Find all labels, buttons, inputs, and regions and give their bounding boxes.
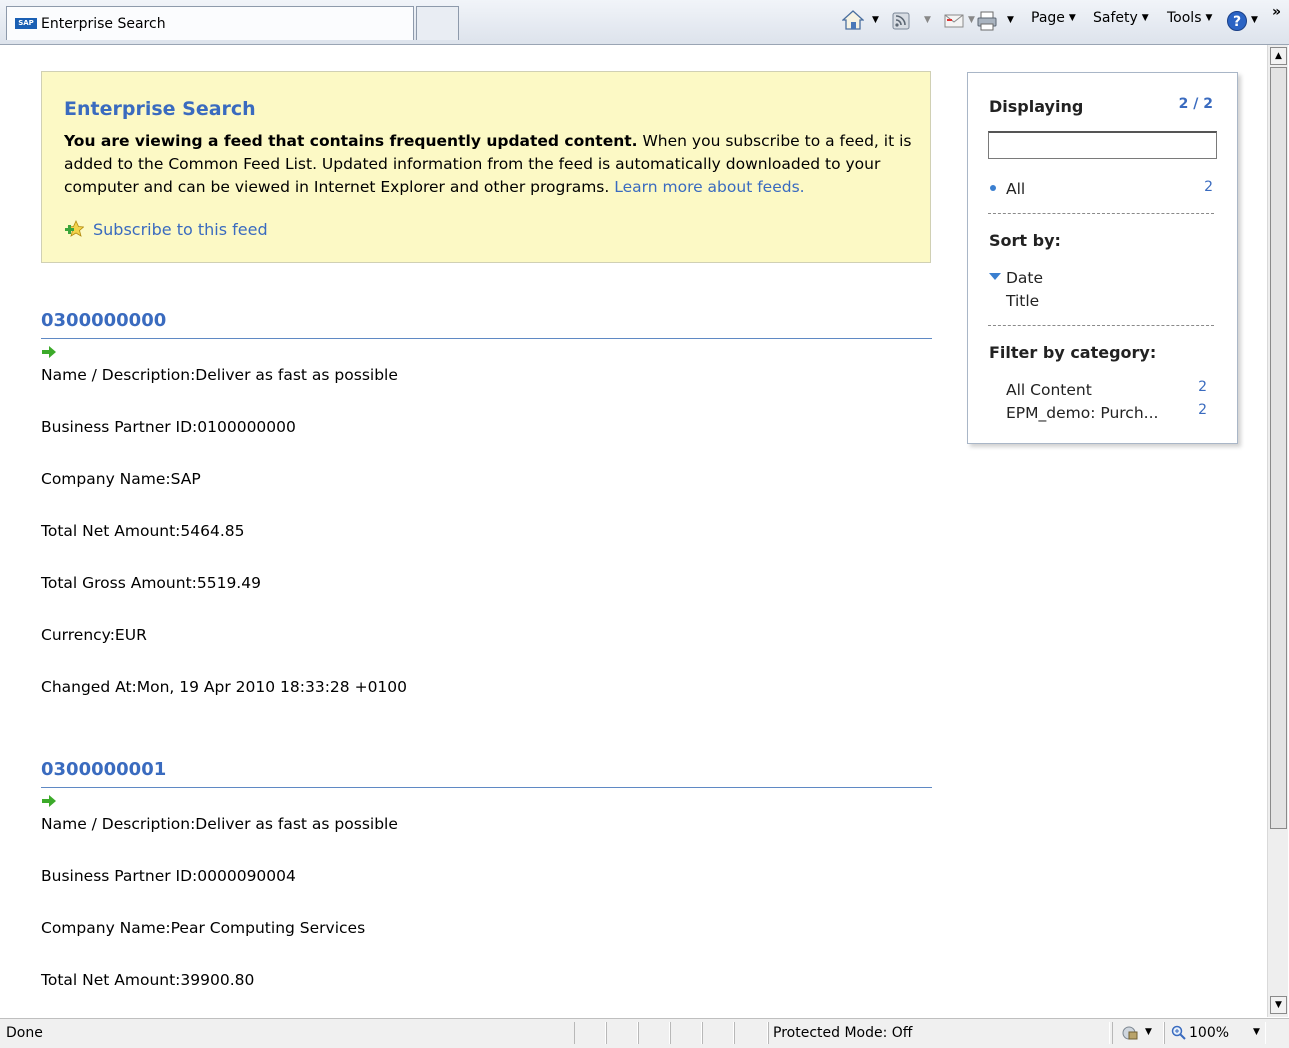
status-pane (734, 1022, 768, 1044)
entry-open-arrow-icon[interactable] (41, 345, 932, 365)
divider (988, 325, 1214, 326)
subscribe-link[interactable]: Subscribe to this feed (64, 220, 268, 239)
feed-entry: 0300000001 Name / Description:Deliver as… (41, 759, 932, 1017)
feed-dropdown-icon[interactable]: ▼ (924, 15, 931, 25)
home-icon[interactable] (842, 9, 864, 31)
page-menu[interactable]: Page ▼ (1031, 10, 1076, 26)
chevron-down-icon: ▼ (1141, 13, 1149, 23)
help-dropdown-icon[interactable]: ▼ (1251, 15, 1258, 25)
print-icon[interactable] (976, 10, 998, 32)
category-all-content[interactable]: All Content (1006, 381, 1092, 399)
category-count: 2 (1198, 402, 1207, 418)
selected-bullet-icon (990, 185, 996, 191)
entry-field: Company Name:SAP (41, 470, 201, 488)
more-commands-icon[interactable]: » (1272, 4, 1281, 20)
scroll-up-arrow-icon[interactable]: ▲ (1270, 47, 1287, 65)
feed-filter-panel: Displaying 2 / 2 All 2 Sort by: Date Tit… (967, 72, 1238, 444)
filter-all[interactable]: All (1006, 180, 1025, 198)
filter-search-input[interactable] (988, 131, 1217, 159)
security-zone-icon (1122, 1026, 1138, 1040)
browser-toolbar: SAP Enterprise Search ▼ ▼ ▼ ▼ Page ▼ Safe… (0, 0, 1289, 45)
sort-by-date[interactable]: Date (1006, 269, 1043, 287)
tools-menu-label: Tools (1167, 10, 1202, 26)
status-pane (638, 1022, 670, 1044)
status-pane (574, 1022, 606, 1044)
page-menu-label: Page (1031, 10, 1065, 26)
zoom-level: 100% (1189, 1025, 1230, 1041)
displaying-count: 2 / 2 (1178, 96, 1213, 112)
entry-title-link[interactable]: 0300000001 (41, 759, 932, 788)
sort-descending-icon (989, 273, 1001, 280)
entry-field: Total Net Amount:39900.80 (41, 971, 255, 989)
feed-icon[interactable] (892, 12, 910, 30)
entry-field: Name / Description:Deliver as fast as po… (41, 815, 398, 833)
tools-menu[interactable]: Tools ▼ (1167, 10, 1212, 26)
print-dropdown-icon[interactable]: ▼ (1007, 15, 1014, 25)
status-pane (702, 1022, 734, 1044)
scroll-down-arrow-icon[interactable]: ▼ (1270, 996, 1287, 1014)
arrow-right-icon (42, 795, 56, 807)
safety-menu-label: Safety (1093, 10, 1138, 26)
subscribe-label: Subscribe to this feed (93, 220, 268, 239)
entry-field: Business Partner ID:0000090004 (41, 867, 296, 885)
vertical-scrollbar[interactable]: ▲ ▼ (1267, 45, 1288, 1017)
entry-field: Business Partner ID:0100000000 (41, 418, 296, 436)
entry-title-link[interactable]: 0300000000 (41, 310, 932, 339)
banner-title: Enterprise Search (64, 98, 256, 120)
protected-mode-text: Protected Mode: Off (773, 1025, 913, 1041)
learn-more-link[interactable]: Learn more about feeds. (614, 178, 804, 196)
divider (988, 213, 1214, 214)
zoom-pane[interactable]: 100% ▼ (1164, 1022, 1266, 1044)
zoom-icon (1171, 1025, 1186, 1040)
arrow-right-icon (42, 346, 56, 358)
status-text: Done (6, 1025, 43, 1041)
category-count: 2 (1198, 379, 1207, 395)
tab-title: Enterprise Search (41, 16, 166, 32)
status-bar: Done Protected Mode: Off ▼ 100% ▼ (0, 1018, 1289, 1048)
chevron-down-icon: ▼ (1205, 13, 1213, 23)
protected-mode-pane[interactable]: Protected Mode: Off (768, 1022, 1110, 1044)
browser-tab[interactable]: SAP Enterprise Search (6, 6, 414, 40)
feed-entry: 0300000000 Name / Description:Deliver as… (41, 310, 932, 729)
entry-field: Changed At:Mon, 19 Apr 2010 18:33:28 +01… (41, 678, 408, 696)
category-epm-demo[interactable]: EPM_demo: Purch... (1006, 404, 1158, 422)
entry-field: Total Gross Amount:5519.49 (41, 574, 261, 592)
feed-page: Enterprise Search You are viewing a feed… (0, 45, 1266, 1017)
status-pane (670, 1022, 702, 1044)
entry-open-arrow-icon[interactable] (41, 794, 932, 814)
mail-dropdown-icon[interactable]: ▼ (968, 15, 975, 25)
filter-all-count: 2 (1204, 179, 1213, 195)
chevron-down-icon: ▼ (1068, 13, 1076, 23)
chevron-down-icon: ▼ (1253, 1027, 1260, 1037)
safety-menu[interactable]: Safety ▼ (1093, 10, 1149, 26)
status-pane (606, 1022, 638, 1044)
sap-logo-icon: SAP (15, 18, 37, 29)
sort-by-label: Sort by: (989, 231, 1061, 250)
svg-text:?: ? (1233, 14, 1241, 30)
filter-by-category-label: Filter by category: (989, 343, 1157, 362)
security-zone-pane[interactable]: ▼ (1112, 1022, 1164, 1044)
entry-field: Total Net Amount:5464.85 (41, 522, 245, 540)
sort-by-title[interactable]: Title (1006, 292, 1039, 310)
subscribe-star-icon (65, 220, 84, 237)
banner-bold-text: You are viewing a feed that contains fre… (64, 132, 638, 150)
displaying-label: Displaying (989, 97, 1084, 116)
entry-field: Name / Description:Deliver as fast as po… (41, 366, 398, 384)
entry-field: Currency:EUR (41, 626, 147, 644)
entry-field: Company Name:Pear Computing Services (41, 919, 366, 937)
banner-description: You are viewing a feed that contains fre… (64, 130, 914, 199)
mail-icon[interactable] (944, 13, 964, 29)
chevron-down-icon: ▼ (1145, 1027, 1152, 1037)
feed-info-banner: Enterprise Search You are viewing a feed… (41, 71, 931, 263)
help-icon[interactable]: ? (1226, 10, 1248, 32)
home-dropdown-icon[interactable]: ▼ (872, 15, 879, 25)
new-tab-button[interactable] (416, 6, 459, 40)
scrollbar-thumb[interactable] (1270, 67, 1287, 829)
